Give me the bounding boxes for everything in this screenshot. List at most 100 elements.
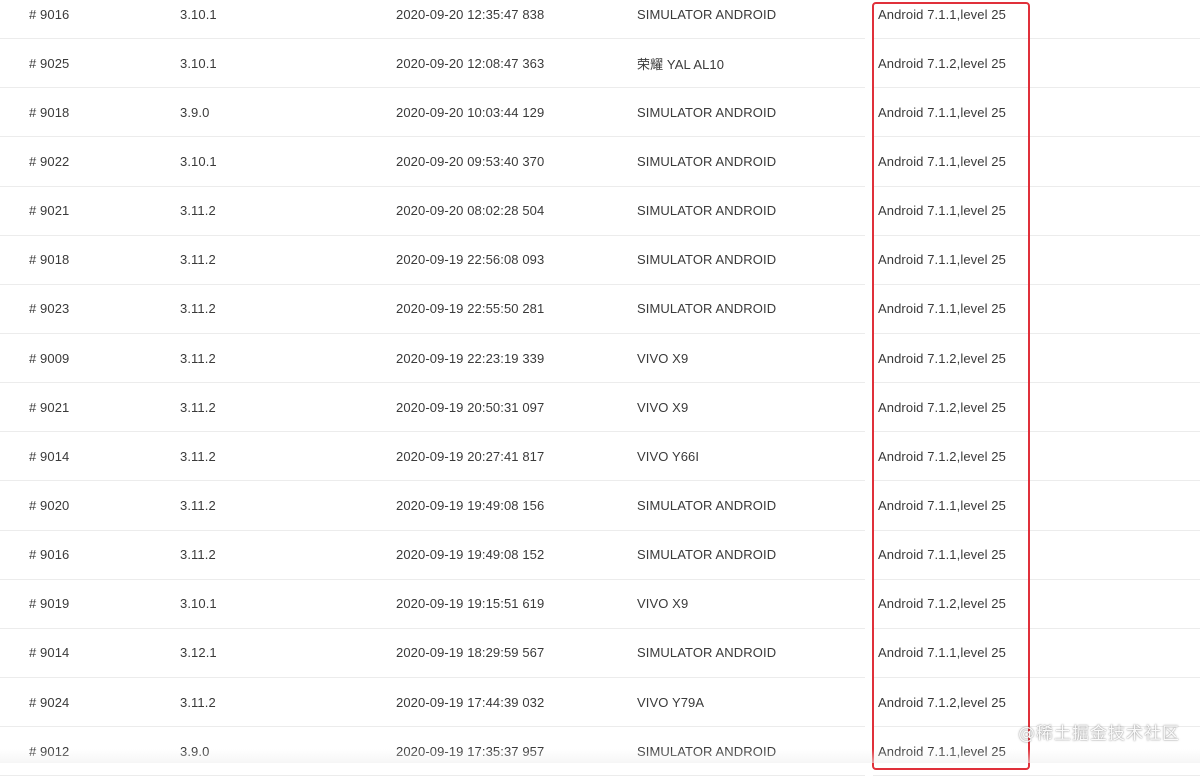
os-version-cell: Android 7.1.2,level 25 — [878, 350, 1006, 366]
app-version-cell: 3.11.2 — [180, 203, 216, 219]
timestamp-cell: 2020-09-19 22:23:19 339 — [396, 350, 545, 366]
table-row[interactable]: # 9020 3.11.2 2020-09-19 19:49:08 156 SI… — [0, 481, 1200, 531]
report-id-cell: # 9021 — [29, 399, 70, 415]
column-gap — [865, 727, 873, 776]
app-version-cell: 3.11.2 — [180, 547, 216, 563]
table-row[interactable]: # 9016 3.11.2 2020-09-19 19:49:08 152 SI… — [0, 530, 1200, 580]
table-row[interactable]: # 9014 3.12.1 2020-09-19 18:29:59 567 SI… — [0, 628, 1200, 678]
os-version-cell: Android 7.1.1,level 25 — [878, 743, 1006, 759]
os-version-cell: Android 7.1.1,level 25 — [878, 645, 1006, 661]
timestamp-cell: 2020-09-19 22:56:08 093 — [396, 252, 545, 268]
os-version-cell: Android 7.1.1,level 25 — [878, 497, 1006, 513]
device-model-cell: SIMULATOR ANDROID — [637, 743, 777, 759]
device-model-cell: 荣耀 YAL AL10 — [637, 56, 725, 72]
os-version-cell: Android 7.1.2,level 25 — [878, 55, 1006, 71]
app-version-cell: 3.9.0 — [180, 743, 210, 759]
app-version-cell: 3.11.2 — [180, 350, 216, 366]
table-row[interactable]: # 9018 3.11.2 2020-09-19 22:56:08 093 SI… — [0, 235, 1200, 285]
timestamp-cell: 2020-09-19 17:44:39 032 — [396, 694, 545, 710]
table-row[interactable]: # 9021 3.11.2 2020-09-20 08:02:28 504 SI… — [0, 186, 1200, 236]
os-version-cell: Android 7.1.1,level 25 — [878, 6, 1006, 22]
report-id-cell: # 9018 — [29, 104, 70, 120]
os-version-cell: Android 7.1.1,level 25 — [878, 153, 1006, 169]
app-version-cell: 3.10.1 — [180, 6, 217, 22]
report-id-cell: # 9021 — [29, 203, 70, 219]
device-model-cell: SIMULATOR ANDROID — [637, 104, 777, 120]
table-row[interactable]: # 9016 3.10.1 2020-09-20 12:35:47 838 SI… — [0, 0, 1200, 40]
table-row[interactable]: # 9018 3.9.0 2020-09-20 10:03:44 129 SIM… — [0, 88, 1200, 138]
timestamp-cell: 2020-09-20 09:53:40 370 — [396, 153, 545, 169]
report-id-cell: # 9025 — [29, 55, 70, 71]
os-version-cell: Android 7.1.2,level 25 — [878, 448, 1006, 464]
timestamp-cell: 2020-09-19 17:35:37 957 — [396, 743, 545, 759]
app-version-cell: 3.10.1 — [180, 55, 217, 71]
table-row[interactable]: # 9014 3.11.2 2020-09-19 20:27:41 817 VI… — [0, 432, 1200, 482]
table-row[interactable]: # 9019 3.10.1 2020-09-19 19:15:51 619 VI… — [0, 579, 1200, 629]
timestamp-cell: 2020-09-19 18:29:59 567 — [396, 645, 545, 661]
report-id-cell: # 9024 — [29, 694, 70, 710]
column-gap — [865, 235, 873, 285]
report-id-cell: # 9012 — [29, 743, 70, 759]
timestamp-cell: 2020-09-19 19:49:08 156 — [396, 497, 545, 513]
device-model-cell: VIVO X9 — [637, 596, 689, 612]
watermark-text: @稀土掘金技术社区 — [1018, 724, 1180, 744]
column-gap — [865, 88, 873, 138]
column-gap — [865, 530, 873, 580]
report-id-cell: # 9014 — [29, 448, 70, 464]
device-model-cell: SIMULATOR ANDROID — [637, 301, 777, 317]
device-model-cell: VIVO X9 — [637, 350, 689, 366]
table-row[interactable]: # 9022 3.10.1 2020-09-20 09:53:40 370 SI… — [0, 137, 1200, 187]
report-id-cell: # 9018 — [29, 252, 70, 268]
app-version-cell: 3.10.1 — [180, 153, 217, 169]
report-id-cell: # 9009 — [29, 350, 70, 366]
os-version-cell: Android 7.1.2,level 25 — [878, 399, 1006, 415]
column-gap — [865, 432, 873, 482]
device-model-cell: SIMULATOR ANDROID — [637, 203, 777, 219]
table-row[interactable]: # 9009 3.11.2 2020-09-19 22:23:19 339 VI… — [0, 333, 1200, 384]
os-version-cell: Android 7.1.1,level 25 — [878, 547, 1006, 563]
report-id-cell: # 9019 — [29, 596, 70, 612]
table-row[interactable]: # 9021 3.11.2 2020-09-19 20:50:31 097 VI… — [0, 383, 1200, 433]
column-gap — [865, 137, 873, 187]
table-row[interactable]: # 9023 3.11.2 2020-09-19 22:55:50 281 SI… — [0, 284, 1200, 334]
table-row[interactable]: # 9025 3.10.1 2020-09-20 12:08:47 363 荣耀… — [0, 39, 1200, 89]
app-version-cell: 3.11.2 — [180, 399, 216, 415]
app-version-cell: 3.11.2 — [180, 252, 216, 268]
app-version-cell: 3.11.2 — [180, 497, 216, 513]
timestamp-cell: 2020-09-19 19:49:08 152 — [396, 547, 545, 563]
column-gap — [865, 579, 873, 629]
column-gap — [865, 333, 873, 384]
os-version-cell: Android 7.1.1,level 25 — [878, 203, 1006, 219]
timestamp-cell: 2020-09-20 10:03:44 129 — [396, 104, 545, 120]
os-version-cell: Android 7.1.1,level 25 — [878, 252, 1006, 268]
column-gap — [865, 0, 873, 40]
app-version-cell: 3.11.2 — [180, 694, 216, 710]
timestamp-cell: 2020-09-19 20:27:41 817 — [396, 448, 545, 464]
timestamp-cell: 2020-09-20 12:08:47 363 — [396, 55, 545, 71]
app-version-cell: 3.10.1 — [180, 596, 217, 612]
app-version-cell: 3.11.2 — [180, 301, 216, 317]
timestamp-cell: 2020-09-20 12:35:47 838 — [396, 6, 545, 22]
report-id-cell: # 9020 — [29, 497, 70, 513]
column-gap — [865, 383, 873, 433]
device-model-cell: SIMULATOR ANDROID — [637, 252, 777, 268]
column-gap — [865, 677, 873, 728]
timestamp-cell: 2020-09-19 20:50:31 097 — [396, 399, 545, 415]
report-id-cell: # 9014 — [29, 645, 70, 661]
os-version-cell: Android 7.1.2,level 25 — [878, 694, 1006, 710]
os-version-cell: Android 7.1.1,level 25 — [878, 301, 1006, 317]
timestamp-cell: 2020-09-19 22:55:50 281 — [396, 301, 545, 317]
device-model-cell: SIMULATOR ANDROID — [637, 6, 777, 22]
os-version-cell: Android 7.1.1,level 25 — [878, 104, 1006, 120]
report-id-cell: # 9016 — [29, 6, 70, 22]
device-model-cell: SIMULATOR ANDROID — [637, 547, 777, 563]
device-model-cell: SIMULATOR ANDROID — [637, 497, 777, 513]
device-model-cell: SIMULATOR ANDROID — [637, 645, 777, 661]
report-id-cell: # 9023 — [29, 301, 70, 317]
timestamp-cell: 2020-09-19 19:15:51 619 — [396, 596, 545, 612]
app-version-cell: 3.12.1 — [180, 645, 217, 661]
os-version-cell: Android 7.1.2,level 25 — [878, 596, 1006, 612]
device-model-cell: SIMULATOR ANDROID — [637, 153, 777, 169]
report-id-cell: # 9022 — [29, 153, 70, 169]
device-model-cell: VIVO Y66I — [637, 448, 700, 464]
